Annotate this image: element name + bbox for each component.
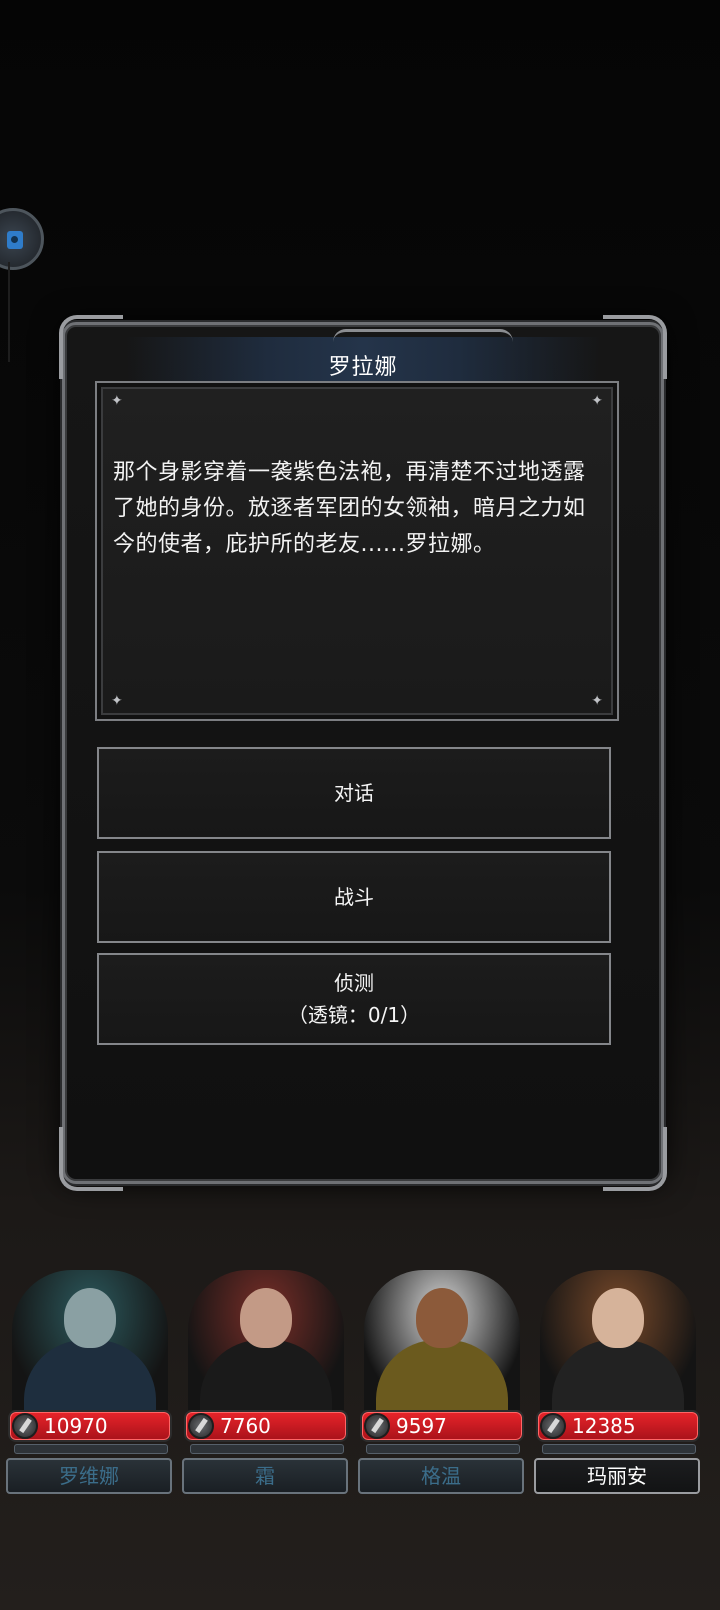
hp-value: 9597 [396, 1414, 447, 1438]
option-fight-button[interactable]: 战斗 [97, 851, 611, 943]
side-divider [8, 262, 10, 362]
sword-icon [540, 1413, 566, 1439]
hp-bar: 7760 [184, 1410, 348, 1442]
hero-portrait[interactable] [188, 1270, 344, 1410]
event-dialog: 罗拉娜 ✦ ✦ ✦ ✦ 那个身影穿着一袭紫色法袍，再清楚不过地透露了她的身份。放… [59, 315, 667, 1191]
hero-portrait[interactable] [540, 1270, 696, 1410]
frame-corner-ornament [603, 315, 667, 379]
party-member-card[interactable]: 10970 罗维娜 [2, 1250, 174, 1540]
hp-value: 7760 [220, 1414, 271, 1438]
hero-face [64, 1288, 116, 1348]
map-pin-icon [7, 231, 23, 249]
hero-body [552, 1340, 684, 1410]
frame-corner-ornament [59, 315, 123, 379]
option-sublabel: （透镜：0/1） [287, 1003, 421, 1027]
hero-face [240, 1288, 292, 1348]
option-label: 战斗 [334, 885, 374, 909]
secondary-bar [366, 1444, 520, 1454]
dialog-title-bar: 罗拉娜 [125, 329, 601, 383]
story-panel: ✦ ✦ ✦ ✦ 那个身影穿着一袭紫色法袍，再清楚不过地透露了她的身份。放逐者军团… [95, 381, 619, 721]
title-ornament [333, 329, 513, 342]
hero-body [200, 1340, 332, 1410]
hero-name-button[interactable]: 玛丽安 [534, 1458, 700, 1494]
hero-portrait[interactable] [364, 1270, 520, 1410]
secondary-bar [190, 1444, 344, 1454]
hero-name-button[interactable]: 罗维娜 [6, 1458, 172, 1494]
party-member-card[interactable]: 9597 格温 [354, 1250, 526, 1540]
party-member-card[interactable]: 12385 玛丽安 [530, 1250, 702, 1540]
option-talk-button[interactable]: 对话 [97, 747, 611, 839]
hp-value: 12385 [572, 1414, 636, 1438]
option-detect-button[interactable]: 侦测 （透镜：0/1） [97, 953, 611, 1045]
sword-icon [364, 1413, 390, 1439]
hero-body [376, 1340, 508, 1410]
sword-icon [188, 1413, 214, 1439]
hero-name-button[interactable]: 格温 [358, 1458, 524, 1494]
story-text: 那个身影穿着一袭紫色法袍，再清楚不过地透露了她的身份。放逐者军团的女领袖，暗月之… [113, 460, 586, 557]
secondary-bar [14, 1444, 168, 1454]
option-label: 侦测 [334, 971, 374, 995]
frame-corner-ornament [603, 1127, 667, 1191]
hero-body [24, 1340, 156, 1410]
hero-portrait[interactable] [12, 1270, 168, 1410]
hero-face [416, 1288, 468, 1348]
hp-value: 10970 [44, 1414, 108, 1438]
party-member-card[interactable]: 7760 霜 [178, 1250, 350, 1540]
secondary-bar [542, 1444, 696, 1454]
hp-bar: 12385 [536, 1410, 700, 1442]
hero-name-button[interactable]: 霜 [182, 1458, 348, 1494]
sparkle-icon: ✦ [111, 393, 123, 409]
party-bar: 10970 罗维娜 7760 霜 9597 格温 12385 玛丽安 [0, 1250, 720, 1550]
hp-bar: 9597 [360, 1410, 524, 1442]
hp-bar: 10970 [8, 1410, 172, 1442]
sparkle-icon: ✦ [591, 393, 603, 409]
sparkle-icon: ✦ [111, 693, 123, 709]
frame-corner-ornament [59, 1127, 123, 1191]
sparkle-icon: ✦ [591, 693, 603, 709]
sword-icon [12, 1413, 38, 1439]
option-label: 对话 [334, 781, 374, 805]
map-shortcut-button[interactable] [0, 208, 44, 270]
dialog-title: 罗拉娜 [328, 355, 398, 380]
hero-face [592, 1288, 644, 1348]
